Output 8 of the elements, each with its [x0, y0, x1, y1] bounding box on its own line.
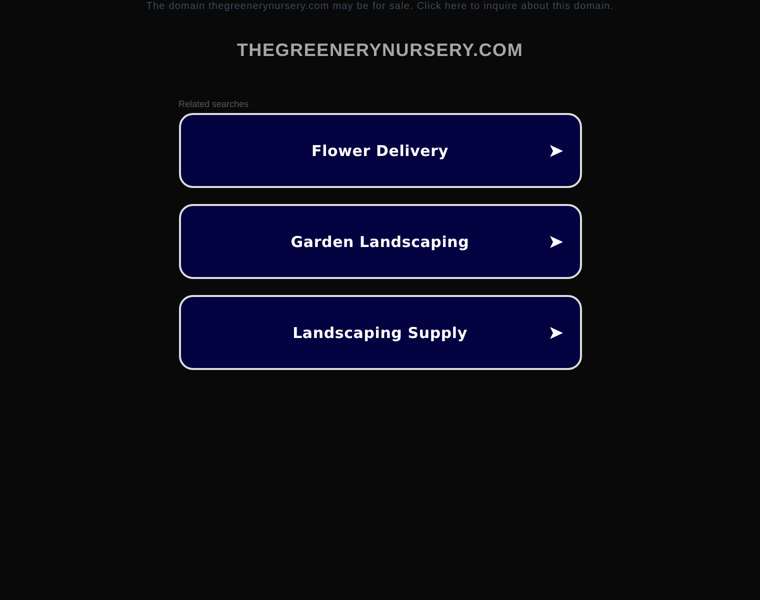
related-search-link[interactable]: Garden Landscaping	[178, 204, 582, 279]
arrow-icon	[550, 145, 562, 157]
arrow-icon	[550, 327, 562, 339]
related-searches-heading: Related searches	[178, 99, 250, 109]
related-search-link[interactable]: Landscaping Supply	[178, 295, 582, 370]
related-search-link[interactable]: Flower Delivery	[178, 113, 582, 188]
domain-title: THEGREENERYNURSERY.COM	[236, 39, 524, 61]
arrow-icon	[550, 236, 562, 248]
